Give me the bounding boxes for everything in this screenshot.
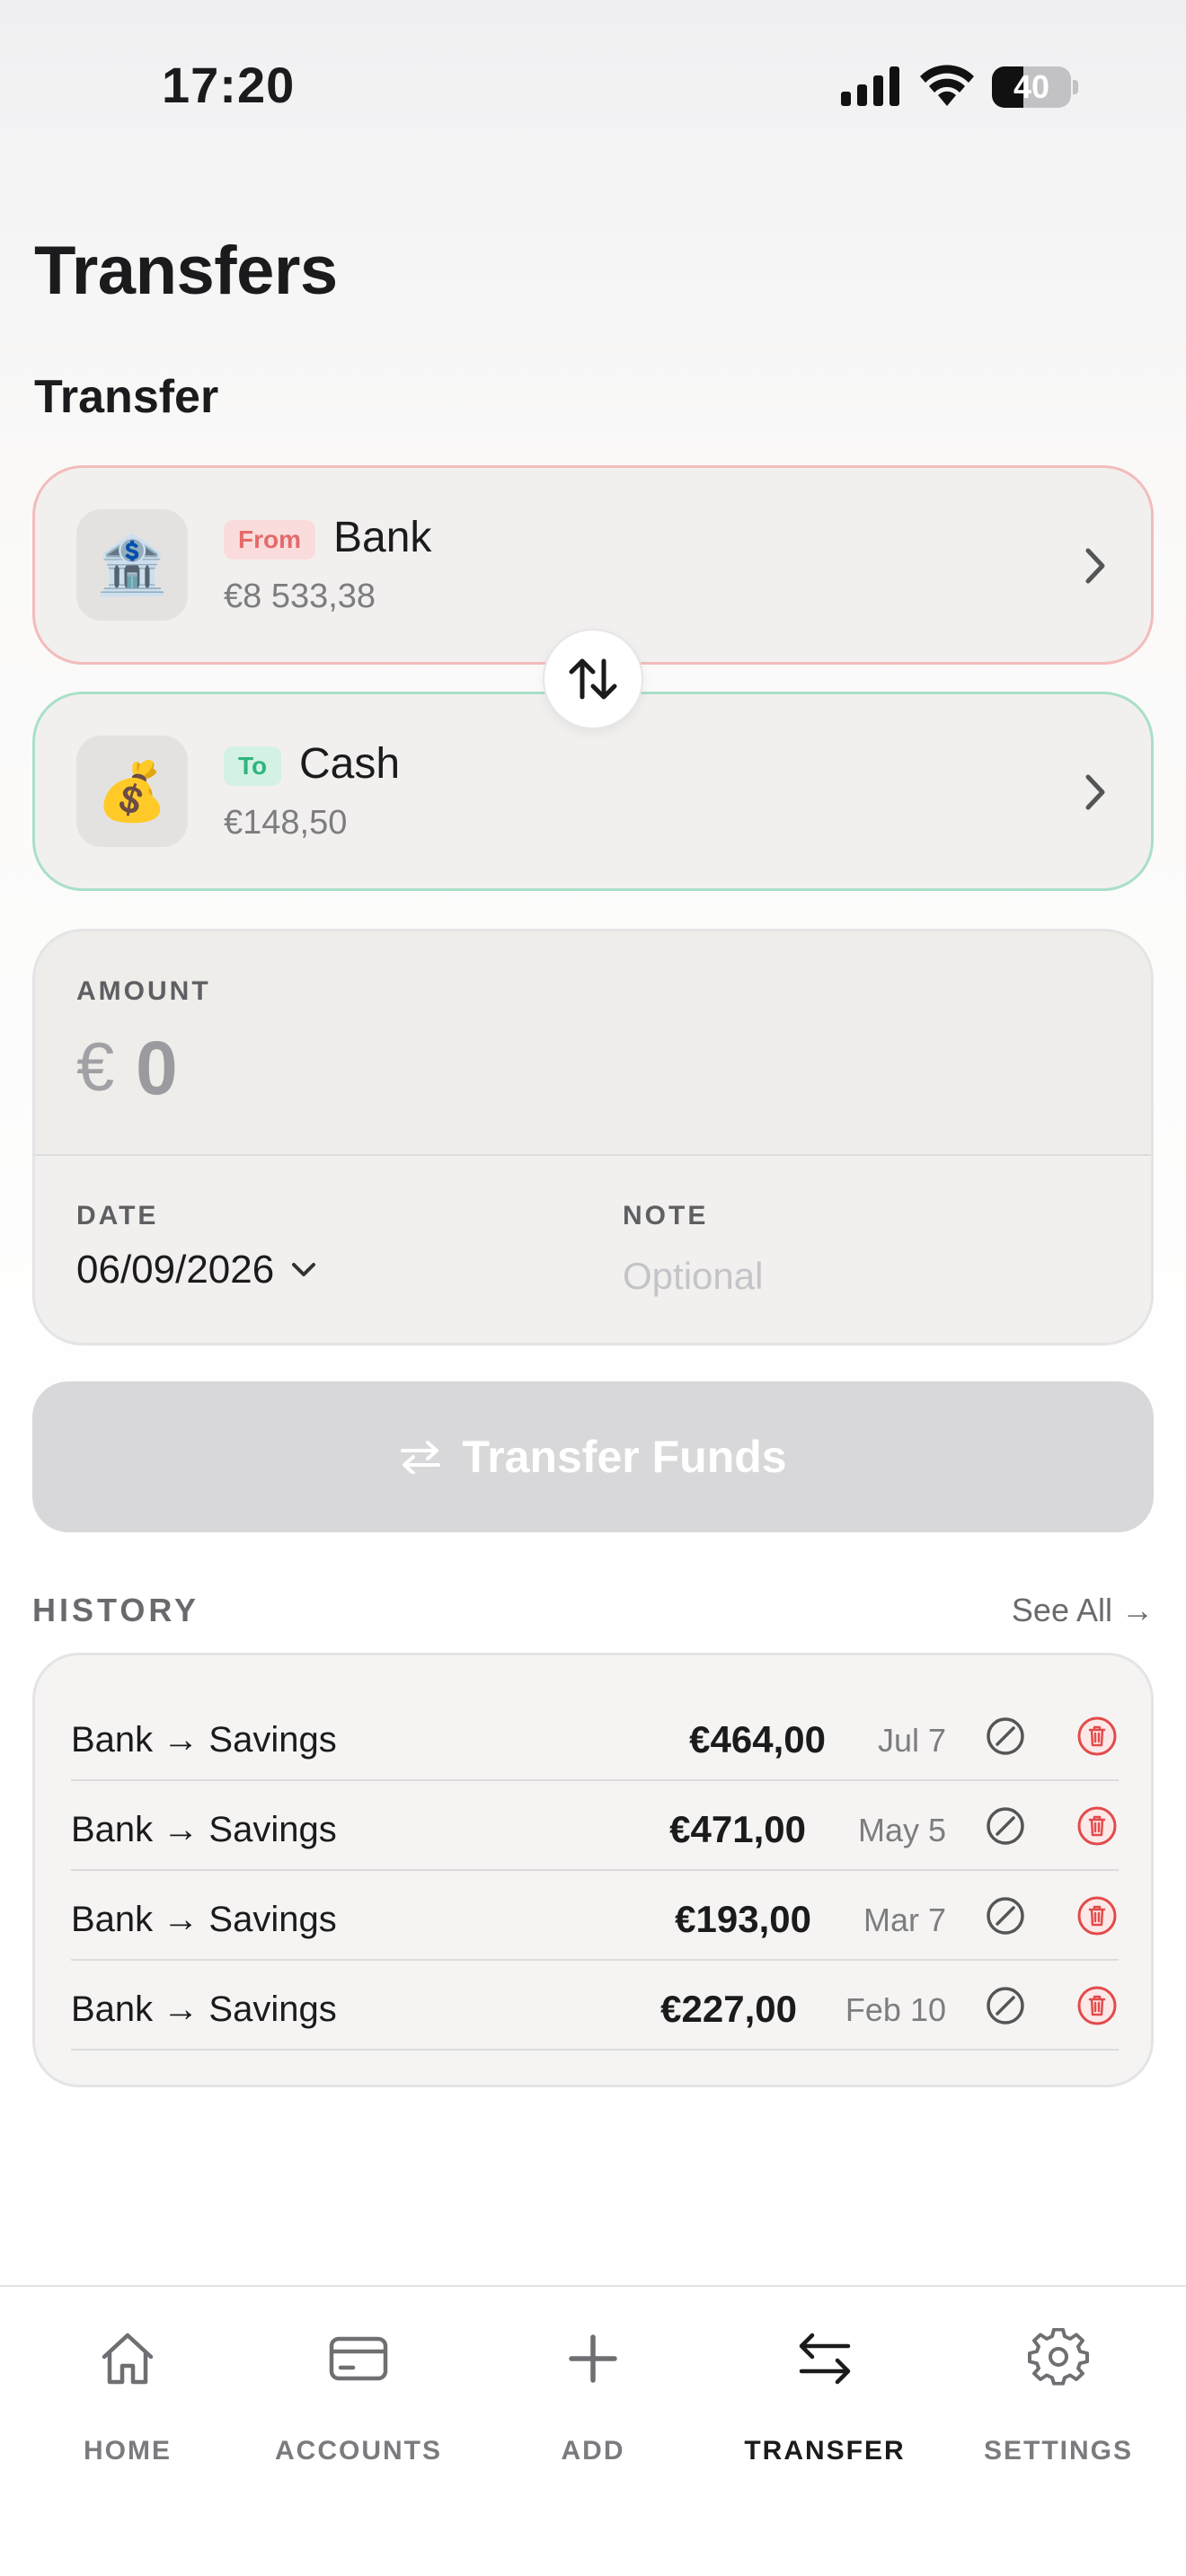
history-list: Bank → Savings €464,00 Jul 7 Bank → Savi… xyxy=(32,1653,1154,2087)
history-row-description: Bank → Savings xyxy=(71,1900,337,1939)
plus-icon xyxy=(569,2334,617,2383)
swap-vertical-icon xyxy=(569,658,617,700)
wifi-icon xyxy=(920,65,974,106)
battery-percent: 40 xyxy=(1013,68,1050,105)
trash-icon[interactable] xyxy=(1075,1984,1119,2027)
history-row[interactable]: Bank → Savings €193,00 Mar 7 xyxy=(71,1871,1119,1961)
cancel-icon[interactable] xyxy=(984,1984,1027,2027)
trash-icon[interactable] xyxy=(1075,1894,1119,1937)
note-label: NOTE xyxy=(623,1201,709,1231)
tab-label: ADD xyxy=(561,2436,625,2466)
chevron-right-icon xyxy=(1085,774,1105,810)
swap-accounts-button[interactable] xyxy=(543,629,643,729)
tab-bar: HOME ACCOUNTS ADD TRANSFER SETTINGS xyxy=(0,2285,1186,2576)
amount-label: AMOUNT xyxy=(76,976,211,1006)
status-time: 17:20 xyxy=(162,57,296,113)
history-row-amount: €464,00 xyxy=(689,1718,826,1760)
battery-body: 40 xyxy=(992,66,1071,108)
history-row-amount: €471,00 xyxy=(669,1808,806,1850)
cancel-icon[interactable] xyxy=(984,1804,1027,1848)
date-value: 06/09/2026 xyxy=(76,1248,275,1292)
battery-cap xyxy=(1073,80,1078,94)
cancel-icon[interactable] xyxy=(984,1894,1027,1937)
tab-home[interactable]: HOME xyxy=(29,2328,226,2508)
tab-label: HOME xyxy=(84,2436,172,2466)
history-row-amount: €227,00 xyxy=(660,1988,797,2030)
history-row-description: Bank → Savings xyxy=(71,1720,337,1760)
gear-icon xyxy=(1028,2328,1089,2386)
tab-add[interactable]: ADD xyxy=(494,2328,692,2508)
history-row-description: Bank → Savings xyxy=(71,1989,337,2029)
status-bar: 17:20 40 xyxy=(0,0,1186,171)
history-title: HISTORY xyxy=(32,1592,200,1628)
from-account-balance: €8 533,38 xyxy=(224,578,376,615)
chevron-down-icon xyxy=(292,1263,316,1276)
to-badge: To xyxy=(224,746,282,786)
transfer-funds-button[interactable]: Transfer Funds xyxy=(32,1381,1154,1532)
tab-transfer[interactable]: TRANSFER xyxy=(726,2328,924,2508)
amount-field[interactable]: AMOUNT € 0 xyxy=(35,931,1151,1156)
cancel-icon[interactable] xyxy=(984,1715,1027,1758)
history-row-description: Bank → Savings xyxy=(71,1810,337,1849)
history-row[interactable]: Bank → Savings €464,00 Jul 7 xyxy=(71,1691,1119,1781)
to-account-name: Cash xyxy=(299,740,401,788)
history-row[interactable]: Bank → Savings €471,00 May 5 xyxy=(71,1781,1119,1871)
swap-arrows-icon xyxy=(401,1441,441,1474)
history-row-amount: €193,00 xyxy=(675,1898,811,1940)
section-title: Transfer xyxy=(34,371,219,423)
history-row[interactable]: Bank → Savings €227,00 Feb 10 xyxy=(71,1961,1119,2051)
tab-accounts[interactable]: ACCOUNTS xyxy=(260,2328,457,2508)
amount-value[interactable]: 0 xyxy=(136,1025,178,1112)
from-account-name: Bank xyxy=(333,514,432,561)
from-badge: From xyxy=(224,520,315,560)
page-title: Transfers xyxy=(34,233,338,309)
note-input[interactable] xyxy=(623,1249,1090,1303)
tab-label: SETTINGS xyxy=(983,2436,1133,2466)
transfer-funds-label: Transfer Funds xyxy=(462,1432,787,1482)
history-header: HISTORY See All → xyxy=(32,1586,1154,1636)
tab-label: ACCOUNTS xyxy=(275,2436,442,2466)
tab-settings[interactable]: SETTINGS xyxy=(960,2328,1157,2508)
battery-indicator: 40 xyxy=(992,66,1078,108)
amount-currency: € xyxy=(76,1029,115,1106)
cellular-signal-icon xyxy=(841,66,899,106)
history-row-date: May 5 xyxy=(857,1812,946,1848)
history-row-date: Jul 7 xyxy=(877,1722,946,1759)
history-row-date: Feb 10 xyxy=(845,1991,946,2028)
to-account-balance: €148,50 xyxy=(224,804,348,842)
money-bag-icon: 💰 xyxy=(76,736,188,847)
bank-icon: 🏦 xyxy=(76,509,188,621)
tab-label: TRANSFER xyxy=(744,2436,906,2466)
date-label: DATE xyxy=(76,1201,159,1231)
date-picker[interactable]: 06/09/2026 xyxy=(76,1248,317,1292)
transfer-icon xyxy=(799,2333,851,2385)
trash-icon[interactable] xyxy=(1075,1804,1119,1848)
history-row-date: Mar 7 xyxy=(863,1901,946,1938)
chevron-right-icon xyxy=(1085,548,1105,584)
card-icon xyxy=(329,2336,388,2381)
see-all-link[interactable]: See All → xyxy=(1012,1592,1154,1629)
trash-icon[interactable] xyxy=(1075,1715,1119,1758)
home-icon xyxy=(102,2333,154,2385)
transfer-details-card: AMOUNT € 0 DATE 06/09/2026 NOTE xyxy=(32,929,1154,1345)
